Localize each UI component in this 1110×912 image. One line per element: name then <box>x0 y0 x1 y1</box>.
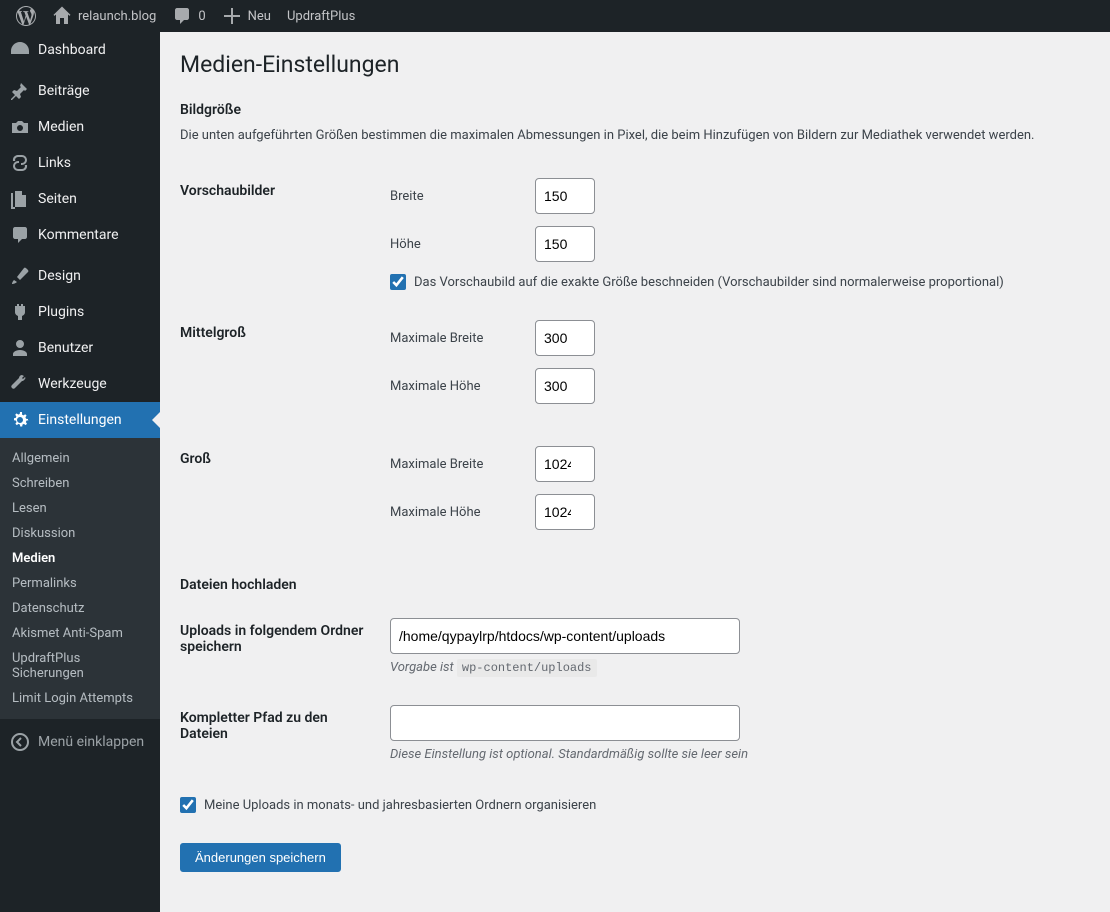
plus-icon <box>222 6 242 26</box>
menu-comments[interactable]: Kommentare <box>0 217 160 253</box>
comment-icon <box>172 6 192 26</box>
upload-url-hint: Diese Einstellung ist optional. Standard… <box>390 747 1080 762</box>
site-name: relaunch.blog <box>78 9 156 24</box>
home-icon <box>52 6 72 26</box>
medium-heading: Mittelgroß <box>180 305 380 431</box>
sub-media[interactable]: Medien <box>0 546 160 571</box>
sub-akismet[interactable]: Akismet Anti-Spam <box>0 621 160 646</box>
sub-permalinks[interactable]: Permalinks <box>0 571 160 596</box>
wp-logo[interactable] <box>8 0 44 32</box>
large-height-label: Maximale Höhe <box>390 505 525 520</box>
site-link[interactable]: relaunch.blog <box>44 0 164 32</box>
medium-width-label: Maximale Breite <box>390 331 525 346</box>
page-title: Medien-Einstellungen <box>180 42 1090 82</box>
menu-tools[interactable]: Werkzeuge <box>0 366 160 402</box>
menu-pages[interactable]: Seiten <box>0 181 160 217</box>
comments-icon <box>10 225 30 245</box>
sub-reading[interactable]: Lesen <box>0 496 160 521</box>
comments-count: 0 <box>198 9 205 24</box>
menu-settings[interactable]: Einstellungen <box>0 402 160 438</box>
form-table: Vorschaubilder Breite Höhe Das Vorschaub… <box>180 163 1090 557</box>
large-width-label: Maximale Breite <box>390 457 525 472</box>
brush-icon <box>10 266 30 286</box>
upload-table: Uploads in folgendem Ordner speichern Vo… <box>180 603 1090 777</box>
new-link[interactable]: Neu <box>214 0 279 32</box>
admin-bar: relaunch.blog 0 Neu UpdraftPlus <box>0 0 1110 32</box>
pin-icon <box>10 81 30 101</box>
menu-media[interactable]: Medien <box>0 109 160 145</box>
medium-width-input[interactable] <box>535 320 595 356</box>
pages-icon <box>10 189 30 209</box>
menu-appearance[interactable]: Design <box>0 258 160 294</box>
comments-link[interactable]: 0 <box>164 0 213 32</box>
thumb-heading: Vorschaubilder <box>180 163 380 305</box>
sub-updraft[interactable]: UpdraftPlus Sicherungen <box>0 646 160 686</box>
sub-writing[interactable]: Schreiben <box>0 471 160 496</box>
main-content: Medien-Einstellungen Bildgröße Die unten… <box>160 32 1110 912</box>
thumb-crop-label: Das Vorschaubild auf die exakte Größe be… <box>414 275 1004 290</box>
upload-path-hint: Vorgabe ist wp-content/uploads <box>390 660 1080 675</box>
sub-privacy[interactable]: Datenschutz <box>0 596 160 621</box>
large-width-input[interactable] <box>535 446 595 482</box>
wordpress-icon <box>16 6 36 26</box>
menu-users[interactable]: Benutzer <box>0 330 160 366</box>
sub-general[interactable]: Allgemein <box>0 446 160 471</box>
upload-url-input[interactable] <box>390 705 740 741</box>
user-icon <box>10 338 30 358</box>
thumb-width-input[interactable] <box>535 178 595 214</box>
menu-dashboard[interactable]: Dashboard <box>0 32 160 68</box>
updraft-link[interactable]: UpdraftPlus <box>279 0 363 32</box>
thumb-width-label: Breite <box>390 189 525 204</box>
settings-icon <box>10 410 30 430</box>
thumb-crop-checkbox[interactable] <box>390 274 406 290</box>
large-height-input[interactable] <box>535 494 595 530</box>
plugin-icon <box>10 302 30 322</box>
menu-plugins[interactable]: Plugins <box>0 294 160 330</box>
save-button[interactable]: Änderungen speichern <box>180 843 341 872</box>
admin-menu: Dashboard Beiträge Medien Links Seiten K… <box>0 32 160 912</box>
sub-limitlogin[interactable]: Limit Login Attempts <box>0 686 160 711</box>
menu-posts[interactable]: Beiträge <box>0 73 160 109</box>
image-sizes-desc: Die unten aufgeführten Größen bestimmen … <box>180 128 1090 143</box>
upload-path-heading: Uploads in folgendem Ordner speichern <box>180 603 380 690</box>
image-sizes-heading: Bildgröße <box>180 102 1090 118</box>
upload-heading: Dateien hochladen <box>180 577 1090 593</box>
menu-links[interactable]: Links <box>0 145 160 181</box>
sub-discussion[interactable]: Diskussion <box>0 521 160 546</box>
new-label: Neu <box>248 9 271 24</box>
organize-checkbox[interactable] <box>180 797 196 813</box>
medium-height-label: Maximale Höhe <box>390 379 525 394</box>
tools-icon <box>10 374 30 394</box>
thumb-height-label: Höhe <box>390 237 525 252</box>
dashboard-icon <box>10 40 30 60</box>
upload-url-heading: Kompletter Pfad zu den Dateien <box>180 690 380 777</box>
settings-submenu: Allgemein Schreiben Lesen Diskussion Med… <box>0 438 160 719</box>
links-icon <box>10 153 30 173</box>
upload-path-input[interactable] <box>390 618 740 654</box>
large-heading: Groß <box>180 431 380 557</box>
collapse-icon <box>10 732 30 752</box>
medium-height-input[interactable] <box>535 368 595 404</box>
menu-collapse[interactable]: Menü einklappen <box>0 724 160 760</box>
organize-label: Meine Uploads in monats- und jahresbasie… <box>204 798 596 813</box>
media-icon <box>10 117 30 137</box>
thumb-height-input[interactable] <box>535 226 595 262</box>
